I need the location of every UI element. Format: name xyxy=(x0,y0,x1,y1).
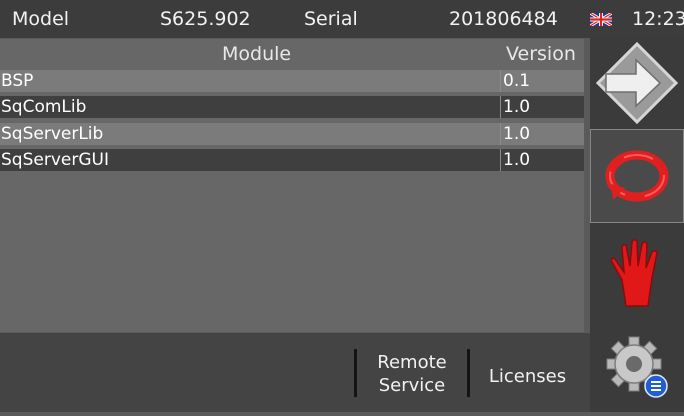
clock-time: 12:23 xyxy=(632,8,684,30)
bottom-bar: Remote Service Licenses xyxy=(0,333,590,412)
remote-service-label-line1: Remote xyxy=(377,352,447,373)
version-cell: 1.0 xyxy=(503,150,531,170)
settings-button[interactable] xyxy=(590,320,684,412)
module-version-table: Module Version BSP 0.1 SqComLib 1.0 SqSe… xyxy=(0,39,584,332)
serial-value: 201806484 xyxy=(449,8,558,30)
uk-flag-icon[interactable] xyxy=(590,13,612,26)
remote-service-button[interactable]: Remote Service xyxy=(362,351,462,397)
right-sidebar xyxy=(590,38,684,412)
glove-button[interactable] xyxy=(590,228,684,318)
version-cell: 0.1 xyxy=(503,71,531,91)
header-bar: Model S625.902 Serial 201806484 12:23 xyxy=(0,0,684,38)
column-header-module: Module xyxy=(222,43,292,65)
model-label: Model xyxy=(12,8,70,30)
cell-divider xyxy=(500,96,501,118)
forward-button[interactable] xyxy=(590,38,684,128)
refresh-ring-icon xyxy=(605,150,669,202)
button-divider xyxy=(467,349,470,397)
table-header: Module Version xyxy=(0,39,584,69)
cell-divider xyxy=(500,123,501,145)
model-value: S625.902 xyxy=(160,8,251,30)
forward-arrow-icon xyxy=(595,41,679,125)
refresh-button[interactable] xyxy=(590,129,684,223)
licenses-label: Licenses xyxy=(488,366,567,387)
cell-divider xyxy=(500,149,501,171)
version-cell: 1.0 xyxy=(503,124,531,144)
button-divider xyxy=(354,349,357,397)
module-cell: SqComLib xyxy=(1,97,87,117)
version-cell: 1.0 xyxy=(503,97,531,117)
module-cell: SqServerLib xyxy=(1,124,104,144)
table-row[interactable]: SqServerLib 1.0 xyxy=(0,123,584,145)
column-header-version: Version xyxy=(506,43,576,65)
module-cell: SqServerGUI xyxy=(1,150,109,170)
module-cell: BSP xyxy=(1,71,34,91)
remote-service-label-line2: Service xyxy=(378,375,446,396)
table-row[interactable]: SqServerGUI 1.0 xyxy=(0,149,584,171)
red-glove-icon xyxy=(610,238,658,307)
cell-divider xyxy=(500,70,501,92)
table-row[interactable]: SqComLib 1.0 xyxy=(0,96,584,118)
table-row[interactable]: BSP 0.1 xyxy=(0,70,584,92)
serial-label: Serial xyxy=(304,8,358,30)
licenses-button[interactable]: Licenses xyxy=(475,365,580,388)
settings-gear-icon xyxy=(606,336,668,398)
